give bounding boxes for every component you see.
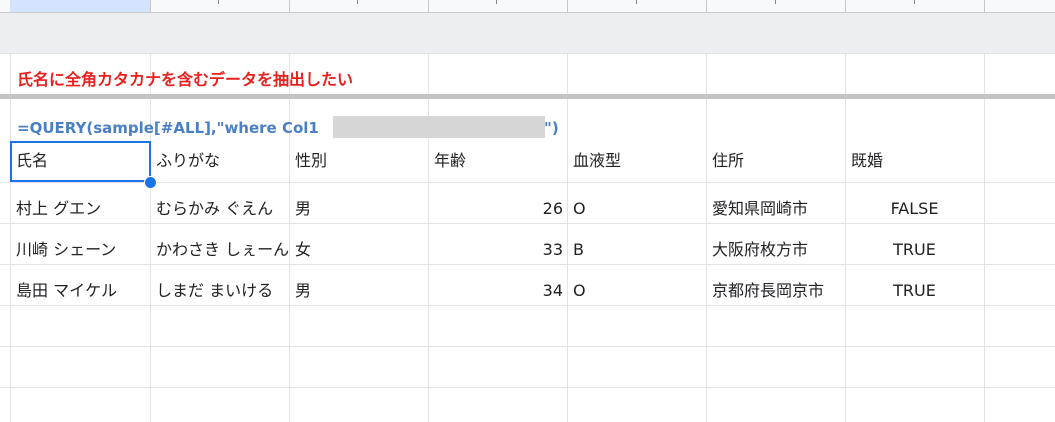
table-cell-blood-type[interactable]: B xyxy=(567,230,706,270)
table-header-gender[interactable]: 性別 xyxy=(289,141,428,181)
formula-text: =QUERY(sample[#ALL],"where Col1 xyxy=(17,119,319,137)
column-header-label-fragment xyxy=(914,0,915,4)
table-cell-name[interactable]: 村上 グエン xyxy=(10,189,150,229)
table-cell-furigana[interactable]: むらかみ ぐえん xyxy=(150,189,289,229)
column-header-divider[interactable] xyxy=(845,0,846,12)
grid-row-line xyxy=(0,387,1055,388)
table-cell-married[interactable]: FALSE xyxy=(845,189,984,229)
table-cell-married[interactable]: TRUE xyxy=(845,271,984,311)
column-header-divider[interactable] xyxy=(706,0,707,12)
table-cell-age[interactable]: 33 xyxy=(428,230,567,270)
table-cell-gender[interactable]: 男 xyxy=(289,189,428,229)
table-cell-address[interactable]: 愛知県岡崎市 xyxy=(706,189,845,229)
column-header-divider[interactable] xyxy=(428,0,429,12)
column-header-label-fragment xyxy=(775,0,776,4)
table-header-blood-type[interactable]: 血液型 xyxy=(567,141,706,181)
redacted-block xyxy=(333,116,545,138)
grid-row-line xyxy=(0,346,1055,347)
banded-row xyxy=(0,13,1055,53)
table-cell-married[interactable]: TRUE xyxy=(845,230,984,270)
column-header-label-fragment xyxy=(357,0,358,4)
table-cell-furigana[interactable]: しまだ まいける xyxy=(150,271,289,311)
table-cell-age[interactable]: 26 xyxy=(428,189,567,229)
table-cell-blood-type[interactable]: O xyxy=(567,271,706,311)
table-header-married[interactable]: 既婚 xyxy=(845,141,984,181)
column-header-divider[interactable] xyxy=(984,0,985,12)
table-cell-blood-type[interactable]: O xyxy=(567,189,706,229)
column-header-divider[interactable] xyxy=(150,0,151,12)
table-header-age[interactable]: 年齢 xyxy=(428,141,567,181)
grid-row-line xyxy=(0,182,1055,183)
table-cell-age[interactable]: 34 xyxy=(428,271,567,311)
table-cell-name[interactable]: 島田 マイケル xyxy=(10,271,150,311)
table-cell-name[interactable]: 川崎 シェーン xyxy=(10,230,150,270)
column-header-strip[interactable] xyxy=(0,0,1055,13)
formula-text-tail: ") xyxy=(544,119,559,137)
column-header-label-fragment xyxy=(636,0,637,4)
table-cell-gender[interactable]: 男 xyxy=(289,271,428,311)
freeze-divider[interactable] xyxy=(0,94,1055,99)
table-cell-furigana[interactable]: かわさき しぇーん xyxy=(150,230,289,270)
column-header-divider[interactable] xyxy=(289,0,290,12)
table-header-address[interactable]: 住所 xyxy=(706,141,845,181)
grid-column-line xyxy=(984,53,985,422)
column-header-label-fragment xyxy=(496,0,497,4)
table-cell-address[interactable]: 京都府長岡京市 xyxy=(706,271,845,311)
sheet-heading-cell[interactable]: 氏名に全角カタカナを含むデータを抽出したい xyxy=(17,69,353,91)
column-header-divider[interactable] xyxy=(567,0,568,12)
column-header-label-fragment xyxy=(218,0,219,4)
table-cell-gender[interactable]: 女 xyxy=(289,230,428,270)
column-header-a-selected[interactable] xyxy=(10,0,150,12)
grid-row-line xyxy=(0,53,1055,54)
active-cell-selection[interactable] xyxy=(10,141,151,182)
fill-handle[interactable] xyxy=(144,176,157,189)
table-cell-address[interactable]: 大阪府枚方市 xyxy=(706,230,845,270)
table-header-furigana[interactable]: ふりがな xyxy=(150,141,289,181)
